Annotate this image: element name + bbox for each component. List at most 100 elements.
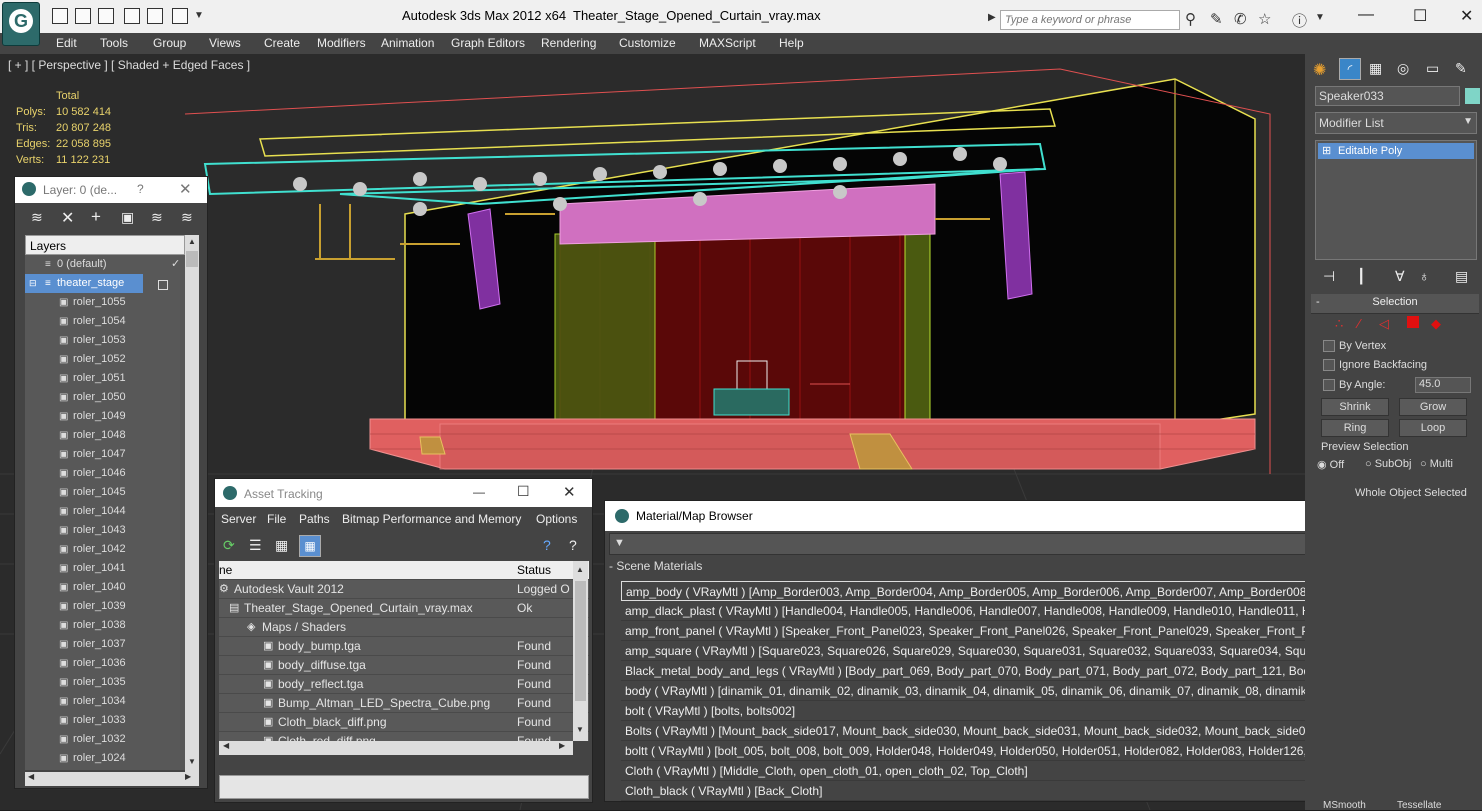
maximize-button[interactable]: ☐ [1413,6,1427,26]
layer-object-row[interactable]: ▣ roler_1024 [25,749,185,768]
layer-object-row[interactable]: ▣ roler_1039 [25,597,185,616]
display-tab-icon[interactable]: ▭ [1426,60,1439,77]
hide-layer-icon[interactable]: ≋ [181,209,193,226]
ring-button[interactable]: Ring [1321,419,1389,437]
element-mode-icon[interactable]: ◆ [1431,316,1441,332]
by-angle-checkbox[interactable] [1323,379,1335,392]
asset-minimize-button[interactable]: — [473,485,485,499]
filter-dropdown-icon[interactable]: ▼ [614,537,625,549]
menu-graph-editors[interactable]: Graph Editors [451,36,525,50]
preview-multi-radio[interactable]: ○ Multi [1420,458,1453,470]
stack-item-editable-poly[interactable]: ⊞ Editable Poly [1318,143,1474,159]
layer-object-row[interactable]: ▣ roler_1054 [25,312,185,331]
menu-create[interactable]: Create [264,36,300,50]
layer-object-row[interactable]: ▣ roler_1036 [25,654,185,673]
layer-object-row[interactable]: ▣ roler_1048 [25,426,185,445]
layer-object-row[interactable]: ▣ roler_1042 [25,540,185,559]
open-icon[interactable] [52,8,68,24]
select-layer-icon[interactable]: ▣ [121,209,134,226]
application-menu-button[interactable]: G [2,2,40,46]
modify-tab-icon[interactable]: ◜ [1339,58,1361,80]
asset-row[interactable]: ▣ body_diffuse.tga Found [219,656,589,675]
modifier-list-dropdown[interactable]: Modifier List ▼ [1315,112,1477,134]
polygon-mode-icon[interactable] [1407,316,1419,328]
asset-hscrollbar[interactable]: ◀ ▶ [219,741,573,755]
thumbnail-view-icon[interactable]: ▦ [275,537,288,554]
select-icon[interactable] [172,8,188,24]
layer-object-row[interactable]: ▣ roler_1043 [25,521,185,540]
asset-menu-server[interactable]: Server [221,512,256,526]
menu-help[interactable]: Help [779,36,804,50]
asset-menu-bitmap[interactable]: Bitmap Performance and Memory [342,512,521,526]
vertex-mode-icon[interactable]: ∴ [1335,316,1343,332]
asset-maximize-button[interactable]: ☐ [517,483,530,500]
subscription-icon[interactable]: ✆ [1234,10,1247,28]
configure-modifier-sets-icon[interactable]: ▤ [1455,268,1468,285]
add-to-layer-icon[interactable]: + [91,207,101,227]
remove-modifier-icon[interactable]: ♁ [1419,268,1430,284]
asset-close-button[interactable]: ✕ [563,483,576,501]
list-view-icon[interactable]: ☰ [249,537,262,554]
asset-vscrollbar[interactable]: ▲ ▼ [573,561,588,741]
asset-options-icon[interactable]: ? [569,537,577,553]
close-button[interactable]: ✕ [1460,6,1473,26]
shrink-button[interactable]: Shrink [1321,398,1389,416]
layer-object-row[interactable]: ▣ roler_1033 [25,711,185,730]
redo-icon[interactable] [124,8,140,24]
highlight-layer-icon[interactable]: ≋ [151,209,163,226]
hierarchy-tab-icon[interactable]: ▦ [1369,60,1382,77]
active-check-icon[interactable]: ✓ [171,255,180,274]
loop-button[interactable]: Loop [1399,419,1467,437]
asset-row[interactable]: ▣ Cloth_black_diff.png Found [219,713,589,732]
communication-icon[interactable]: ✎ [1210,10,1223,28]
layer-close-button[interactable]: ✕ [179,180,192,198]
layer-object-row[interactable]: ▣ roler_1045 [25,483,185,502]
menu-edit[interactable]: Edit [56,36,77,50]
tessellate-button[interactable]: Tessellate [1397,800,1441,811]
binoculars-icon[interactable]: ⚲ [1185,10,1196,28]
object-name-field[interactable]: Speaker033 [1315,86,1460,106]
minimize-button[interactable]: — [1358,6,1374,24]
favorites-icon[interactable]: ☆ [1258,10,1271,28]
asset-col-name[interactable]: ne [219,563,232,577]
menu-rendering[interactable]: Rendering [541,36,596,50]
asset-menu-paths[interactable]: Paths [299,512,330,526]
layer-hscrollbar[interactable]: ◀ ▶ [25,772,199,786]
layer-object-row[interactable]: ▣ roler_1049 [25,407,185,426]
motion-tab-icon[interactable]: ◎ [1397,60,1409,77]
asset-row[interactable]: ⚙ Autodesk Vault 2012 Logged O [219,580,589,599]
layers-column-header[interactable]: Layers [25,235,185,255]
asset-row[interactable]: ▣ Bump_Altman_LED_Spectra_Cube.png Found [219,694,589,713]
make-unique-icon[interactable]: ∀ [1395,268,1405,285]
collapse-icon[interactable]: ⊟ [29,274,37,293]
asset-col-status[interactable]: Status [517,561,551,580]
expand-icon[interactable]: ⊞ [1322,143,1331,159]
by-angle-option[interactable]: By Angle: [1323,379,1385,392]
layer-scrollbar[interactable]: ▲ ▼ [185,235,199,772]
by-vertex-option[interactable]: By Vertex [1323,340,1386,353]
layer-help-button[interactable]: ? [137,182,144,196]
layer-object-row[interactable]: ▣ roler_1052 [25,350,185,369]
by-vertex-checkbox[interactable] [1323,340,1335,353]
pin-stack-icon[interactable]: ⊣ [1323,268,1335,285]
layer-object-row[interactable]: ▣ roler_1037 [25,635,185,654]
asset-row[interactable]: ▤ Theater_Stage_Opened_Curtain_vray.max Ok [219,599,589,618]
menu-group[interactable]: Group [153,36,186,50]
asset-menu-file[interactable]: File [267,512,286,526]
utilities-tab-icon[interactable]: ✎ [1455,60,1467,77]
preview-subobj-radio[interactable]: ○ SubObj [1365,458,1411,470]
layer-object-row[interactable]: ▣ roler_1044 [25,502,185,521]
layer-object-row[interactable]: ▣ roler_1038 [25,616,185,635]
menu-maxscript[interactable]: MAXScript [699,36,756,50]
search-expand-icon[interactable]: ▶ [988,12,996,23]
save-icon[interactable] [75,8,91,24]
show-end-result-icon[interactable]: ┃ [1357,268,1365,285]
ignore-backfacing-checkbox[interactable] [1323,359,1335,372]
undo-icon[interactable] [98,8,114,24]
menu-customize[interactable]: Customize [619,36,676,50]
table-view-icon[interactable]: ▦ [299,535,321,557]
object-color-swatch[interactable] [1465,88,1480,104]
create-tab-icon[interactable]: ✺ [1313,60,1326,80]
layer-object-row[interactable]: ▣ roler_1046 [25,464,185,483]
menu-views[interactable]: Views [209,36,241,50]
